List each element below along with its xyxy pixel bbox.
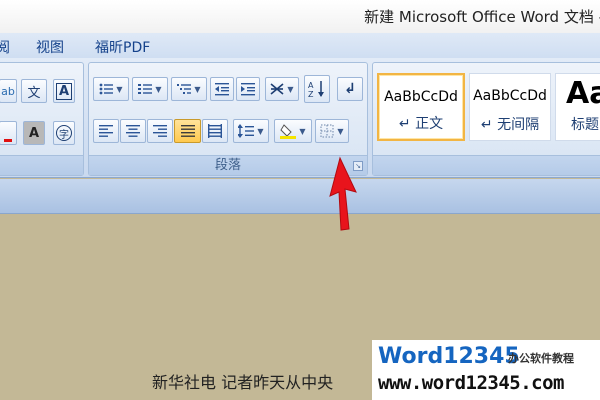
- arrow-icon: [329, 156, 357, 231]
- watermark-logo: Word12345: [378, 344, 520, 369]
- watermark-tagline: 办公软件教程: [508, 352, 574, 365]
- watermark-url: www.word12345.com: [378, 372, 564, 394]
- watermark: Word12345 办公软件教程 www.word12345.com: [372, 340, 600, 400]
